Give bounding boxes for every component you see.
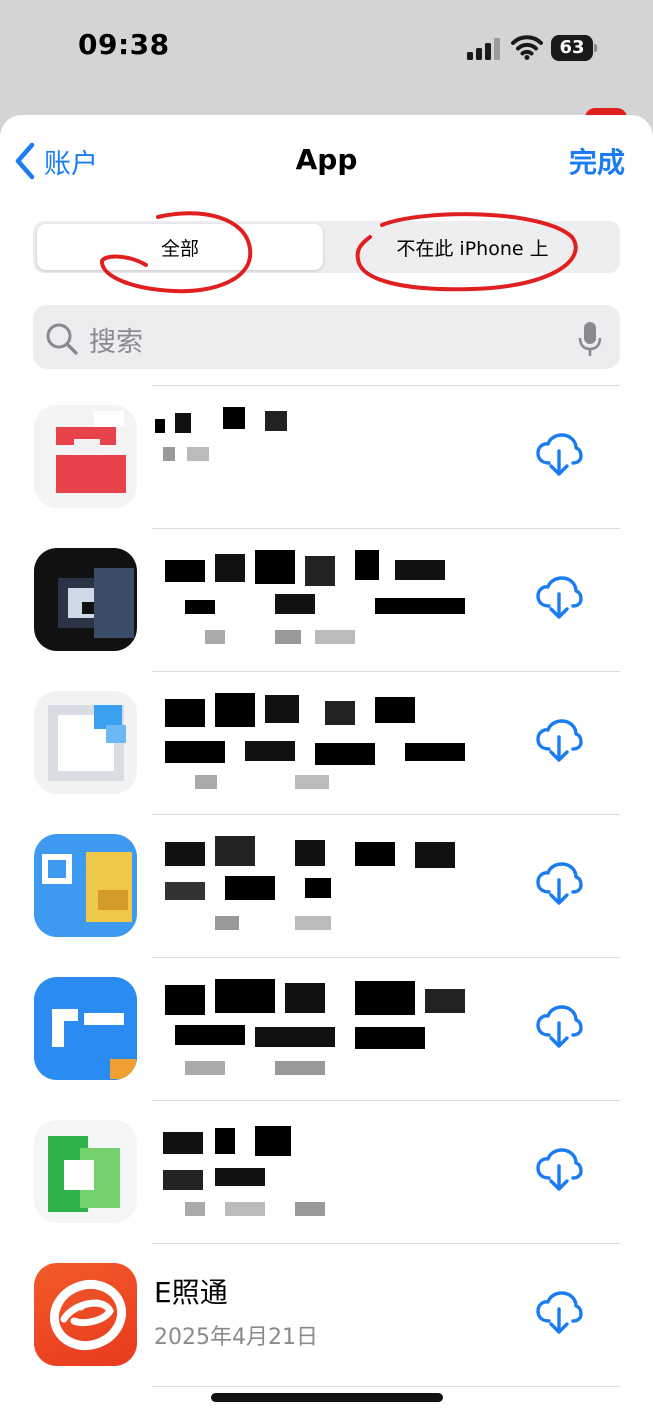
microphone-icon[interactable] — [578, 321, 602, 357]
apps-sheet: 账户 App 完成 全部 不在此 iPhone 上 搜索 E照通 2025年4月2… — [0, 115, 653, 1415]
segmented-control: 全部 不在此 iPhone 上 — [33, 221, 620, 273]
done-button[interactable]: 完成 — [569, 141, 625, 181]
redacted-app-info — [155, 836, 485, 936]
list-divider — [152, 1386, 620, 1387]
app-name: E照通 — [154, 1276, 228, 1309]
battery-level: 63 — [559, 37, 585, 58]
app-icon-redacted — [34, 548, 137, 651]
app-row[interactable] — [0, 1100, 653, 1243]
battery-icon: 63 — [551, 35, 597, 61]
redacted-app-info — [155, 407, 485, 507]
app-date: 2025年4月21日 — [154, 1325, 318, 1350]
download-button[interactable] — [535, 1005, 583, 1049]
segment-not-on-iphone[interactable]: 不在此 iPhone 上 — [329, 224, 616, 270]
redacted-app-info — [155, 693, 485, 793]
app-icon-redacted — [34, 834, 137, 937]
redacted-app-info — [155, 1122, 485, 1222]
cloud-download-icon — [536, 862, 583, 905]
search-placeholder: 搜索 — [89, 327, 143, 358]
app-icon-redacted — [34, 1120, 137, 1223]
download-button[interactable] — [535, 719, 583, 763]
redacted-app-info — [155, 550, 485, 650]
home-indicator — [211, 1393, 443, 1402]
cloud-download-icon — [536, 1291, 583, 1334]
status-bar: 09:38 63 — [0, 0, 653, 100]
app-icon-redacted — [34, 977, 137, 1080]
download-button[interactable] — [535, 1291, 583, 1335]
cloud-download-icon — [536, 1005, 583, 1048]
download-button[interactable] — [535, 433, 583, 477]
app-row[interactable] — [0, 385, 653, 528]
app-row[interactable] — [0, 814, 653, 957]
cloud-download-icon — [536, 719, 583, 762]
app-row[interactable] — [0, 957, 653, 1100]
app-row[interactable] — [0, 528, 653, 671]
navigation-bar: 账户 App 完成 — [0, 115, 653, 205]
cellular-signal-icon — [467, 38, 500, 60]
app-row[interactable]: E照通 2025年4月21日 — [0, 1243, 653, 1386]
cloud-download-icon — [536, 1148, 583, 1191]
download-button[interactable] — [535, 576, 583, 620]
page-title: App — [295, 143, 358, 176]
e-zhaotong-icon — [34, 1263, 137, 1366]
segment-all[interactable]: 全部 — [37, 224, 323, 270]
search-input[interactable]: 搜索 — [33, 305, 620, 369]
search-icon — [46, 323, 78, 355]
cloud-download-icon — [536, 433, 583, 476]
download-button[interactable] — [535, 1148, 583, 1192]
app-icon-redacted — [34, 691, 137, 794]
download-button[interactable] — [535, 862, 583, 906]
app-row[interactable] — [0, 671, 653, 814]
wifi-icon — [511, 35, 543, 60]
redacted-app-info — [155, 979, 485, 1079]
status-time: 09:38 — [78, 28, 170, 61]
cloud-download-icon — [536, 576, 583, 619]
app-icon-redacted — [34, 405, 137, 508]
